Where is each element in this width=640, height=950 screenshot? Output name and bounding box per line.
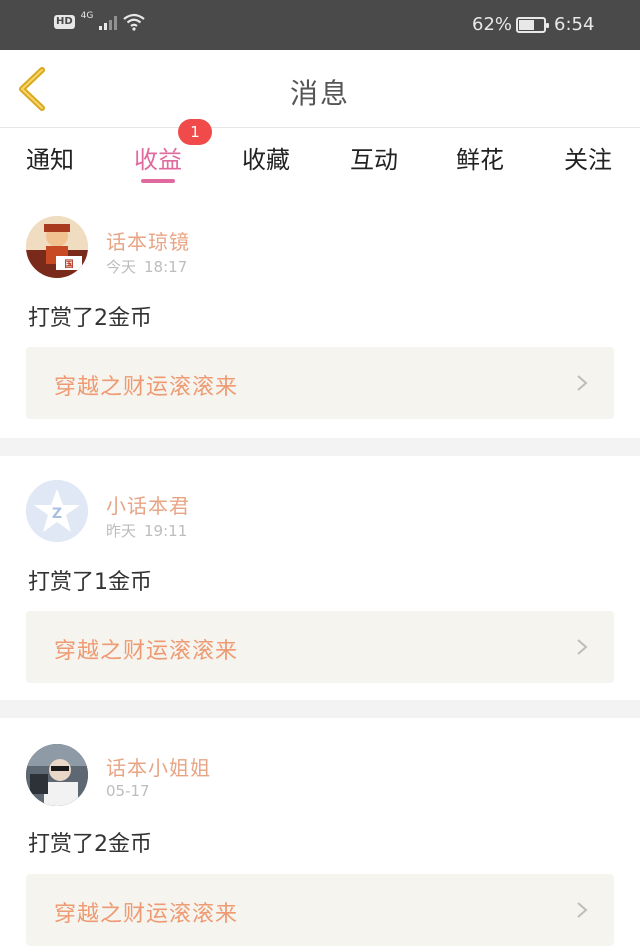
status-bar: HD 4G 62% 6:54 — [0, 0, 640, 50]
reward-text: 打赏了1金币 — [28, 570, 152, 595]
wifi-icon — [123, 13, 146, 31]
earnings-badge: 1 — [178, 119, 212, 145]
message-time: 18:17 — [144, 258, 188, 276]
timestamp: 昨天 19:11 — [106, 520, 187, 541]
active-tab-indicator — [141, 179, 175, 183]
battery-icon — [516, 17, 549, 33]
signal-icon — [99, 14, 118, 30]
message-date: 昨天 — [106, 522, 137, 540]
svg-text:国: 国 — [64, 259, 73, 270]
svg-text:Z: Z — [52, 506, 62, 522]
battery-fill — [519, 20, 534, 30]
chevron-right-icon — [577, 375, 588, 391]
message-card: Z 小话本君 昨天 19:11 打赏了1金币 穿越之财运滚滚来 — [0, 456, 640, 700]
username[interactable]: 小话本君 — [106, 490, 190, 519]
tab-following[interactable]: 关注 — [564, 140, 612, 175]
avatar-image: Z — [26, 480, 88, 542]
avatar-image — [26, 744, 88, 806]
network-type: 4G — [80, 11, 94, 21]
battery-percent: 62% — [472, 14, 513, 35]
message-time: 19:11 — [144, 522, 188, 540]
book-title: 穿越之财运滚滚来 — [54, 375, 239, 400]
username[interactable]: 话本小姐姐 — [106, 752, 211, 781]
chevron-right-icon — [577, 639, 588, 655]
avatar[interactable]: Z — [26, 480, 88, 542]
reward-text: 打赏了2金币 — [28, 306, 152, 331]
book-title: 穿越之财运滚滚来 — [54, 639, 239, 664]
page-title: 消息 — [289, 77, 350, 110]
tab-earnings[interactable]: 收益 — [134, 140, 182, 175]
reward-text: 打赏了2金币 — [28, 832, 152, 857]
book-link[interactable]: 穿越之财运滚滚来 — [26, 347, 614, 419]
timestamp: 今天 18:17 — [106, 256, 187, 277]
avatar-image: 国 — [26, 216, 88, 278]
book-link[interactable]: 穿越之财运滚滚来 — [26, 874, 614, 946]
status-left: HD 4G — [54, 11, 146, 31]
avatar[interactable]: 国 — [26, 216, 88, 278]
tab-favorites[interactable]: 收藏 — [242, 140, 290, 175]
avatar[interactable] — [26, 744, 88, 806]
message-card: 国 话本琼镜 今天 18:17 打赏了2金币 穿越之财运滚滚来 — [0, 192, 640, 438]
message-date: 今天 — [106, 258, 137, 276]
hd-indicator: HD — [54, 15, 75, 29]
top-app-bar: 消息 — [0, 50, 640, 128]
book-link[interactable]: 穿越之财运滚滚来 — [26, 611, 614, 683]
divider — [0, 438, 640, 456]
tab-flowers[interactable]: 鲜花 — [456, 140, 504, 175]
tab-notifications[interactable]: 通知 — [26, 140, 74, 175]
chevron-right-icon — [577, 902, 588, 918]
category-tabs: 通知 收益 收藏 互动 鲜花 关注 — [0, 128, 640, 192]
book-title: 穿越之财运滚滚来 — [54, 902, 239, 927]
clock: 6:54 — [554, 14, 595, 35]
timestamp: 05-17 — [106, 782, 150, 800]
message-date: 05-17 — [106, 782, 150, 800]
message-card: 话本小姐姐 05-17 打赏了2金币 穿越之财运滚滚来 — [0, 718, 640, 950]
tab-interactions[interactable]: 互动 — [350, 140, 398, 175]
username[interactable]: 话本琼镜 — [106, 226, 190, 255]
divider — [0, 700, 640, 718]
